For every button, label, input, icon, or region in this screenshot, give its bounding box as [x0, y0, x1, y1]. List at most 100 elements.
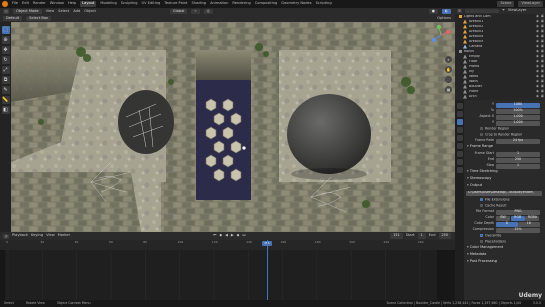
visibility-eye-icon[interactable]: ◉ [536, 94, 539, 98]
menu-view[interactable]: View [46, 9, 55, 14]
menu-playback[interactable]: Playback [12, 234, 28, 238]
next-key-icon[interactable]: ◆ [237, 234, 240, 238]
annotate-tool-icon[interactable]: ✎ [1, 86, 10, 94]
workspace-tab-shading[interactable]: Shading [191, 2, 206, 6]
workspace-tab-texture-paint[interactable]: Texture Paint [164, 2, 187, 6]
workspace-tab-scripting[interactable]: Scripting [316, 2, 332, 6]
scene-selector[interactable]: Scene [497, 1, 515, 7]
menu-help[interactable]: Help [68, 2, 76, 6]
3d-viewport[interactable]: ⌕ ✋ 🎥 ▦ [11, 22, 455, 232]
editor-type-icon[interactable]: ◫ [3, 9, 9, 14]
render-toggle-icon[interactable]: ▣ [541, 59, 544, 63]
outliner-item[interactable]: Arch ◉ ▣ [455, 94, 545, 99]
render-toggle-icon[interactable]: ▣ [541, 44, 544, 48]
workspace-tab-compositing[interactable]: Compositing [255, 2, 278, 6]
panel-section-header[interactable]: Output [464, 183, 545, 189]
visibility-eye-icon[interactable]: ◉ [536, 79, 539, 83]
render-toggle-icon[interactable]: ▣ [541, 89, 544, 93]
menu-add[interactable]: Add [73, 9, 80, 14]
outliner-editor-icon[interactable]: ☰ [457, 9, 462, 13]
visibility-eye-icon[interactable]: ◉ [536, 14, 539, 18]
workspace-tab-uv-editing[interactable]: UV Editing [142, 2, 161, 6]
visibility-eye-icon[interactable]: ◉ [536, 74, 539, 78]
tool-tab-icon[interactable] [456, 103, 463, 109]
menu-edit[interactable]: Edit [22, 2, 29, 6]
property-field[interactable]: 1 [496, 151, 540, 157]
panel-section-header[interactable]: Post Processing [464, 259, 545, 265]
menu-window[interactable]: Window [50, 2, 64, 6]
menu-view-timeline[interactable]: View [46, 234, 55, 238]
outliner-search-field[interactable] [465, 9, 499, 13]
play-icon[interactable]: ▶ [231, 234, 234, 238]
render-toggle-icon[interactable]: ▣ [541, 19, 544, 23]
rotate-tool-icon[interactable]: ↻ [1, 56, 10, 64]
timeline-playhead[interactable] [267, 240, 269, 300]
viewport-shading-rendered[interactable]: ◐ [441, 8, 451, 15]
workspace-tab-rendering[interactable]: Rendering [232, 2, 250, 6]
render-toggle-icon[interactable]: ▣ [541, 49, 544, 53]
checkbox[interactable]: File Extensions [464, 198, 509, 202]
timeline-editor-icon[interactable]: ◷ [3, 233, 9, 239]
workspace-tab-modeling[interactable]: Modeling [100, 2, 116, 6]
render-tab-icon[interactable] [456, 111, 463, 117]
property-field[interactable]: 1 [496, 163, 540, 169]
view-layer-selector[interactable]: ViewLayer [518, 1, 543, 7]
workspace-tab-animation[interactable]: Animation [210, 2, 228, 6]
render-toggle-icon[interactable]: ▣ [541, 84, 544, 88]
visibility-eye-icon[interactable]: ◉ [536, 44, 539, 48]
property-field[interactable]: PNG [496, 209, 540, 215]
select-tool-icon[interactable]: ⬚ [1, 26, 10, 34]
panel-section-header[interactable]: Time Stretching [464, 169, 545, 175]
property-field[interactable]: 250 [496, 157, 540, 163]
menu-file[interactable]: File [12, 2, 18, 6]
play-reverse-icon[interactable]: ◀ [225, 234, 228, 238]
visibility-eye-icon[interactable]: ◉ [536, 59, 539, 63]
enum-option[interactable]: RGBA [525, 215, 540, 221]
render-toggle-icon[interactable]: ▣ [541, 94, 544, 98]
property-field[interactable]: 1.000 [496, 114, 540, 120]
checkbox[interactable]: Overwrite [464, 234, 501, 238]
panel-section-header[interactable]: Frame Range [464, 144, 545, 150]
output-tab-icon[interactable] [456, 119, 463, 125]
workspace-tab-sculpting[interactable]: Sculpting [121, 2, 138, 6]
object-tab-icon[interactable] [456, 151, 463, 157]
transform-tool-icon[interactable]: ⧉ [1, 76, 10, 84]
render-toggle-icon[interactable]: ▣ [541, 64, 544, 68]
viewport-shading-solid[interactable]: ● [428, 8, 438, 15]
proportional-edit-toggle[interactable]: ◎ [203, 8, 213, 15]
navigation-gizmo[interactable] [430, 24, 452, 46]
visibility-eye-icon[interactable]: ◉ [536, 29, 539, 33]
modifier-tab-icon[interactable] [456, 159, 463, 165]
move-tool-icon[interactable]: ✥ [1, 46, 10, 54]
world-tab-icon[interactable] [456, 143, 463, 149]
jump-start-icon[interactable]: ⏮ [213, 234, 216, 238]
camera-view-icon[interactable]: 🎥 [445, 76, 452, 83]
property-field[interactable]: 1.000 [496, 120, 540, 126]
add-cube-tool-icon[interactable]: ◧ [1, 106, 10, 114]
visibility-eye-icon[interactable]: ◉ [536, 34, 539, 38]
blender-logo-icon[interactable] [2, 1, 8, 7]
output-path-field[interactable]: C:\Users\User\Desktop\...output\render\ [466, 190, 542, 196]
select-box-dropdown[interactable]: Select Box [26, 15, 52, 22]
visibility-eye-icon[interactable]: ◉ [536, 24, 539, 28]
snap-toggle[interactable]: ⌁ [191, 8, 200, 15]
workspace-tab-geometry-nodes[interactable]: Geometry Nodes [281, 2, 311, 6]
timeline-keyframe-area[interactable] [0, 240, 455, 300]
property-field[interactable]: 24 fps [496, 138, 540, 144]
render-toggle-icon[interactable]: ▣ [541, 29, 544, 33]
visibility-eye-icon[interactable]: ◉ [536, 69, 539, 73]
enum-option[interactable]: 16 [518, 221, 540, 227]
end-frame-field[interactable]: 250 [438, 233, 451, 239]
visibility-eye-icon[interactable]: ◉ [536, 19, 539, 23]
enum-option[interactable]: RGB [510, 215, 525, 221]
render-toggle-icon[interactable]: ▣ [541, 54, 544, 58]
visibility-eye-icon[interactable]: ◉ [536, 84, 539, 88]
cursor-tool-icon[interactable]: ⊕ [1, 36, 10, 44]
menu-select[interactable]: Select [58, 9, 69, 14]
options-dropdown[interactable]: Options [437, 16, 451, 21]
visibility-eye-icon[interactable]: ◉ [536, 39, 539, 43]
property-field[interactable]: 1080 [496, 102, 540, 108]
panel-section-header[interactable]: Metadata [464, 252, 545, 258]
checkbox[interactable]: Crop to Render Region [464, 133, 522, 137]
scale-tool-icon[interactable]: ⤢ [1, 66, 10, 74]
